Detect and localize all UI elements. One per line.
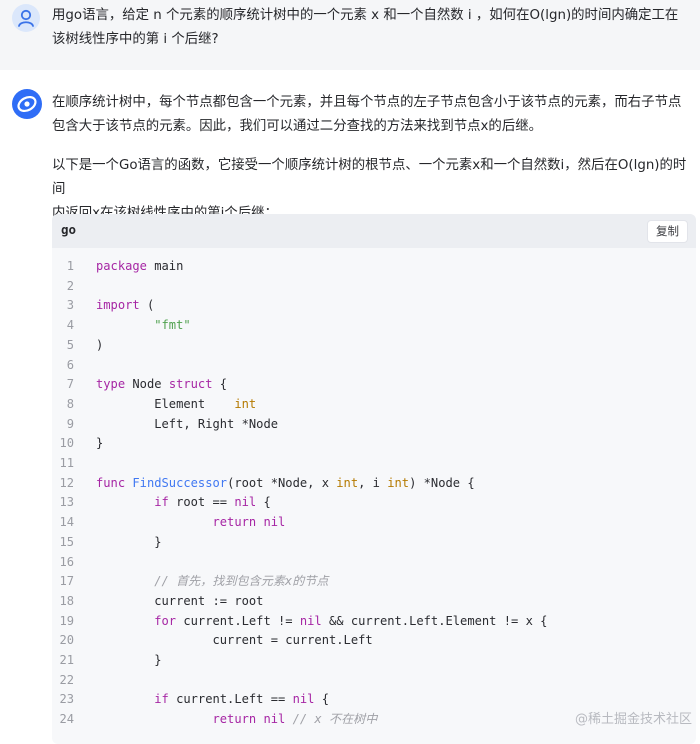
code-line: 12 func FindSuccessor(root *Node, x int, … [52, 473, 696, 493]
code-line: 21 } [52, 650, 696, 670]
code-text: } [96, 653, 162, 667]
code-text: type Node struct { [96, 377, 228, 392]
code-text: package main [96, 259, 184, 273]
line-number: 9 [66, 416, 74, 431]
code-line: 13 if root == nil { [52, 492, 696, 512]
code-line: 7 type Node struct { [52, 374, 696, 394]
line-number: 15 [59, 534, 74, 549]
code-text: current := root [96, 593, 264, 608]
code-text: return nil // x 不在树中 [212, 712, 378, 727]
line-number: 24 [59, 712, 74, 727]
line-number: 3 [66, 298, 74, 313]
code-text: import ( [96, 298, 155, 313]
line-number: 5 [66, 337, 74, 352]
code-text: Left, Right *Node [96, 416, 279, 431]
line-number: 16 [59, 554, 74, 569]
line-number: 12 [59, 475, 74, 490]
line-number: 1 [66, 259, 74, 273]
code-line: 23 if current.Left == nil { [52, 689, 696, 709]
code-line: 3 import ( [52, 295, 696, 315]
user-avatar-icon [12, 4, 40, 32]
code-text: func FindSuccessor(root *Node, x int, i … [96, 475, 475, 490]
code-text: if current.Left == nil { [154, 692, 329, 707]
user-question: 用go语言，给定 n 个元素的顺序统计树中的一个元素 x 和一个自然数 i ，如… [52, 8, 679, 47]
code-text: if root == nil { [154, 495, 271, 510]
line-number: 8 [66, 396, 74, 411]
code-line: 15 } [52, 532, 696, 552]
watermark: @稀土掘金技术社区 [574, 712, 692, 727]
code-line: 16 [52, 552, 696, 572]
line-number: 13 [59, 495, 74, 510]
code-line: 22 [52, 670, 696, 690]
code-text: "fmt" [154, 318, 191, 333]
code-text: } [96, 534, 162, 549]
code-line: 10} [52, 433, 696, 453]
code-line: 20 current = current.Left [52, 630, 696, 650]
code-line: 5) [52, 335, 696, 355]
line-number: 7 [66, 377, 74, 392]
line-number: 10 [59, 436, 74, 451]
code-text: for current.Left != nil && current.Left.… [154, 613, 548, 628]
code-line: 9 Left, Right *Node [52, 414, 696, 434]
code-text: current = current.Left [96, 633, 373, 648]
line-number: 2 [66, 278, 74, 293]
user-message: 用go语言，给定 n 个元素的顺序统计树中的一个元素 x 和一个自然数 i ，如… [0, 0, 700, 70]
code-line: 8 Element int [52, 394, 696, 414]
code-line: 2 [52, 276, 696, 296]
code-text: } [96, 436, 104, 451]
line-number: 19 [59, 613, 74, 628]
line-number: 18 [59, 593, 74, 608]
line-number: 20 [59, 633, 74, 648]
code-line: 4 "fmt" [52, 315, 696, 335]
line-number: 21 [59, 653, 74, 667]
code-block: go 复制 1 package main 2 3 import (4 "fmt" 5) 6 7… [52, 214, 696, 744]
line-number: 11 [59, 456, 74, 470]
line-number: 23 [59, 692, 74, 707]
line-number: 17 [59, 574, 74, 589]
code-text: Element int [96, 396, 257, 411]
line-number: 4 [66, 318, 74, 333]
code-text: return nil [212, 515, 286, 530]
assistant-logo-icon [12, 89, 42, 119]
code-line: 18 current := root [52, 591, 696, 611]
code-line: 14 return nil [52, 512, 696, 532]
code-line: 11 [52, 453, 696, 473]
code-text: // 首先，找到包含元素x的节点 [154, 574, 329, 589]
line-number: 6 [66, 357, 74, 372]
copy-button[interactable]: 复制 [647, 220, 688, 243]
code-line: 17 // 首先，找到包含元素x的节点 [52, 571, 696, 591]
line-number: 14 [59, 515, 74, 530]
answer-paragraph-1: 在顺序统计树中，每个节点都包含一个元素，并且每个节点的左子节点包含小于该节点的元… [52, 95, 682, 134]
code-line: 6 [52, 355, 696, 375]
line-number: 22 [59, 672, 74, 687]
code-language-label: go [61, 222, 77, 237]
code-header: go 复制 [52, 214, 696, 248]
code-text: ) [96, 337, 104, 352]
code-line: 1 package main [52, 256, 696, 276]
code-line: 19 for current.Left != nil && current.Le… [52, 611, 696, 631]
